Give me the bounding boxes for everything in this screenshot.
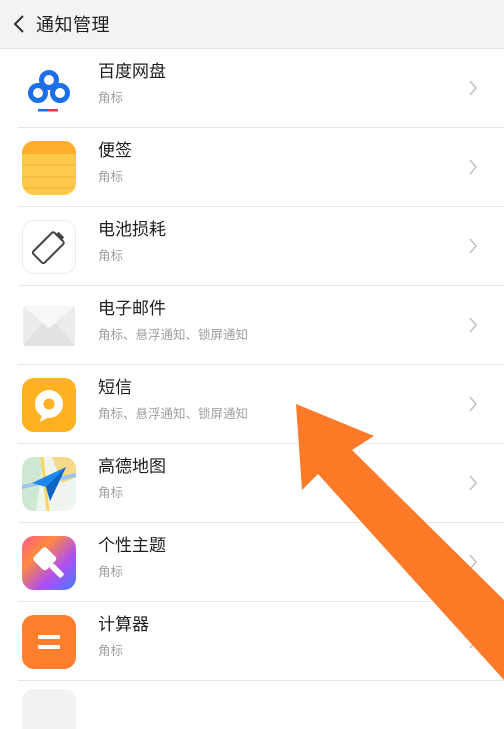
notification-types: 角标、悬浮通知、锁屏通知 (98, 406, 249, 421)
back-button[interactable] (0, 0, 36, 48)
list-item-theme[interactable]: 个性主题 角标 (18, 523, 504, 602)
app-name: 计算器 (98, 615, 149, 635)
notification-types: 角标 (98, 485, 124, 500)
top-bar: 通知管理 (0, 0, 504, 49)
chevron-right-icon (469, 80, 478, 96)
app-name: 短信 (98, 378, 132, 398)
chevron-right-icon (469, 396, 478, 412)
app-name: 便签 (98, 141, 132, 161)
chevron-right-icon (469, 317, 478, 333)
list-item-baidu-netdisk[interactable]: 百度网盘 角标 (18, 49, 504, 128)
chevron-right-icon (469, 159, 478, 175)
notification-types: 角标 (98, 169, 124, 184)
partial-app-icon (22, 689, 76, 729)
chevron-right-icon (469, 633, 478, 649)
list-item-notes[interactable]: 便签 角标 (18, 128, 504, 207)
notification-types: 角标、悬浮通知、锁屏通知 (98, 327, 249, 342)
baidu-netdisk-icon (22, 62, 76, 116)
list-item-sms[interactable]: 短信 角标、悬浮通知、锁屏通知 (18, 365, 504, 444)
list-item-amap[interactable]: 高德地图 角标 (18, 444, 504, 523)
notification-types: 角标 (98, 564, 124, 579)
chevron-right-icon (469, 475, 478, 491)
theme-icon (22, 536, 76, 590)
app-name: 百度网盘 (98, 62, 166, 82)
amap-icon (22, 457, 76, 511)
page-title: 通知管理 (36, 15, 110, 36)
notification-types: 角标 (98, 90, 124, 105)
app-name: 电池损耗 (98, 220, 166, 240)
list-item-email[interactable]: 电子邮件 角标、悬浮通知、锁屏通知 (18, 286, 504, 365)
notification-types: 角标 (98, 643, 124, 658)
app-notification-list: 百度网盘 角标 便签 角标 电池损耗 角标 电子邮件 角标、悬浮通知、锁屏通知 … (0, 49, 504, 729)
chevron-left-icon (13, 15, 24, 33)
sms-icon (22, 378, 76, 432)
email-icon (22, 299, 76, 353)
chevron-right-icon (469, 238, 478, 254)
app-name: 个性主题 (98, 536, 166, 556)
app-name: 高德地图 (98, 457, 166, 477)
calculator-icon (22, 615, 76, 669)
app-name: 电子邮件 (98, 299, 166, 319)
notification-types: 角标 (98, 248, 124, 263)
notes-icon (22, 141, 76, 195)
battery-icon (22, 220, 76, 274)
list-item-battery[interactable]: 电池损耗 角标 (18, 207, 504, 286)
list-item-partial (18, 681, 504, 729)
chevron-right-icon (469, 554, 478, 570)
list-item-calculator[interactable]: 计算器 角标 (18, 602, 504, 681)
